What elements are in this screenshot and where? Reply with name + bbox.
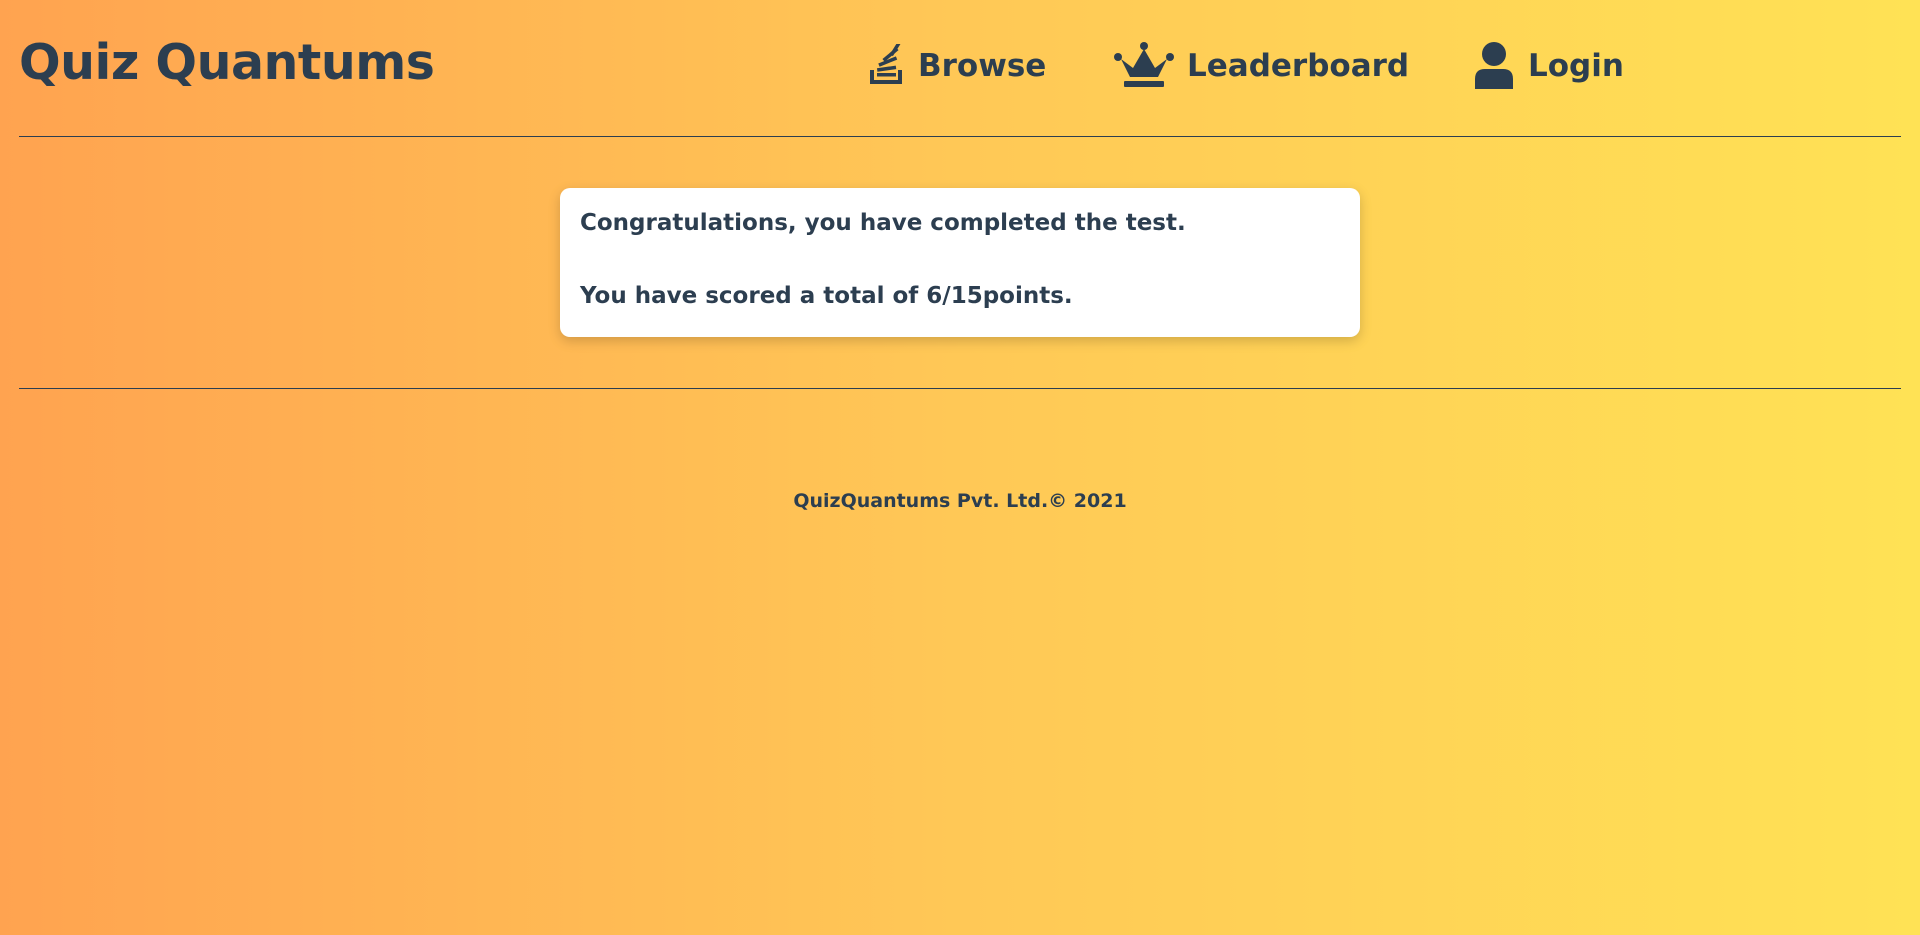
- nav-login-label: Login: [1528, 48, 1624, 84]
- nav-browse-link[interactable]: Browse: [866, 40, 1046, 92]
- result-card: Congratulations, you have completed the …: [560, 188, 1360, 337]
- site-header: Quiz Quantums Browse Leaderboard Login: [0, 0, 1920, 137]
- site-logo-title[interactable]: Quiz Quantums: [19, 34, 435, 91]
- nav-leaderboard-label: Leaderboard: [1187, 48, 1410, 84]
- congrats-message: Congratulations, you have completed the …: [580, 210, 1186, 236]
- user-icon: [1472, 41, 1516, 91]
- header-divider: [19, 136, 1901, 137]
- stack-exchange-icon: [866, 44, 906, 88]
- content-divider: [19, 388, 1901, 389]
- score-message: You have scored a total of 6/15points.: [580, 283, 1073, 309]
- nav-browse-label: Browse: [918, 48, 1047, 84]
- crown-icon: [1113, 41, 1175, 91]
- nav-login-link[interactable]: Login: [1472, 40, 1624, 92]
- footer-copyright: QuizQuantums Pvt. Ltd.© 2021: [793, 490, 1127, 512]
- nav-leaderboard-link[interactable]: Leaderboard: [1113, 40, 1409, 92]
